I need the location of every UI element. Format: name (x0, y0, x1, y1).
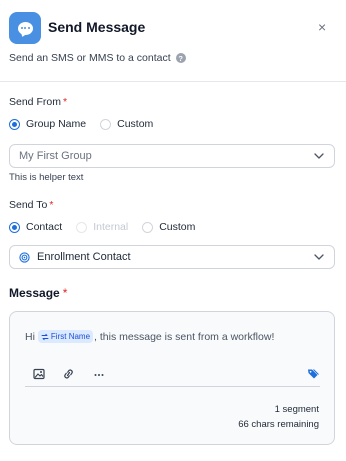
radio-label: Group Name (26, 118, 87, 130)
send-from-radio-group: Group Name Custom (9, 118, 167, 130)
send-from-select-value: My First Group (19, 150, 92, 162)
radio-internal: Internal (76, 221, 128, 233)
chevron-down-icon (314, 254, 324, 260)
radio-label: Internal (93, 221, 129, 233)
message-bubble-icon (9, 12, 41, 44)
segment-count: 1 segment (274, 404, 319, 415)
merge-field-label: First Name (50, 332, 91, 341)
radio-contact[interactable]: Contact (9, 221, 62, 233)
panel-subtitle: Send an SMS or MMS to a contact ? (9, 52, 186, 64)
send-to-label: Send To * (9, 199, 53, 211)
message-label-text: Message (9, 286, 60, 300)
required-mark: * (62, 96, 68, 108)
message-text-after: , this message is sent from a workflow! (94, 330, 275, 343)
subtitle-text: Send an SMS or MMS to a contact (9, 52, 171, 64)
image-icon[interactable] (33, 368, 45, 380)
editor-toolbar (25, 365, 320, 387)
required-mark: * (49, 199, 54, 211)
link-icon[interactable] (62, 368, 75, 380)
radio-dot (9, 221, 20, 233)
radio-dot (100, 118, 112, 130)
close-button[interactable]: × (318, 19, 326, 35)
send-from-label: Send From * (9, 96, 67, 108)
send-to-label-text: Send To (9, 199, 48, 211)
message-text-before: Hi (25, 330, 35, 343)
message-text[interactable]: Hi First Name , this message is sent fro… (25, 330, 274, 343)
radio-label: Custom (117, 118, 154, 130)
send-from-select[interactable]: My First Group (9, 144, 335, 168)
send-to-select-value: Enrollment Contact (37, 251, 131, 263)
radio-label: Custom (159, 221, 196, 233)
chars-remaining: 66 chars remaining (238, 419, 319, 430)
helper-text: This is helper text (9, 172, 84, 183)
radio-group-name[interactable]: Group Name (9, 118, 86, 130)
radio-custom-to[interactable]: Custom (142, 221, 195, 233)
radio-dot (76, 221, 88, 233)
chevron-down-icon (314, 153, 324, 159)
message-label: Message * (9, 286, 67, 300)
send-to-select[interactable]: Enrollment Contact (9, 245, 335, 269)
panel-title: Send Message (48, 19, 146, 35)
required-mark: * (62, 286, 68, 300)
radio-dot (142, 221, 154, 233)
send-message-panel: Send Message × Send an SMS or MMS to a c… (0, 0, 346, 461)
radio-label: Contact (26, 221, 63, 233)
send-from-label-text: Send From (9, 96, 61, 108)
merge-field-icon (41, 333, 49, 340)
radio-custom-from[interactable]: Custom (100, 118, 153, 130)
radio-dot (9, 118, 20, 130)
more-icon[interactable] (93, 368, 105, 380)
panel-header: Send Message × Send an SMS or MMS to a c… (0, 0, 346, 82)
send-to-radio-group: Contact Internal Custom (9, 221, 209, 233)
tag-icon[interactable] (307, 368, 319, 380)
message-editor[interactable]: Hi First Name , this message is sent fro… (9, 311, 335, 445)
target-icon (19, 251, 30, 263)
merge-field-chip[interactable]: First Name (37, 330, 94, 343)
help-icon[interactable]: ? (175, 53, 186, 63)
